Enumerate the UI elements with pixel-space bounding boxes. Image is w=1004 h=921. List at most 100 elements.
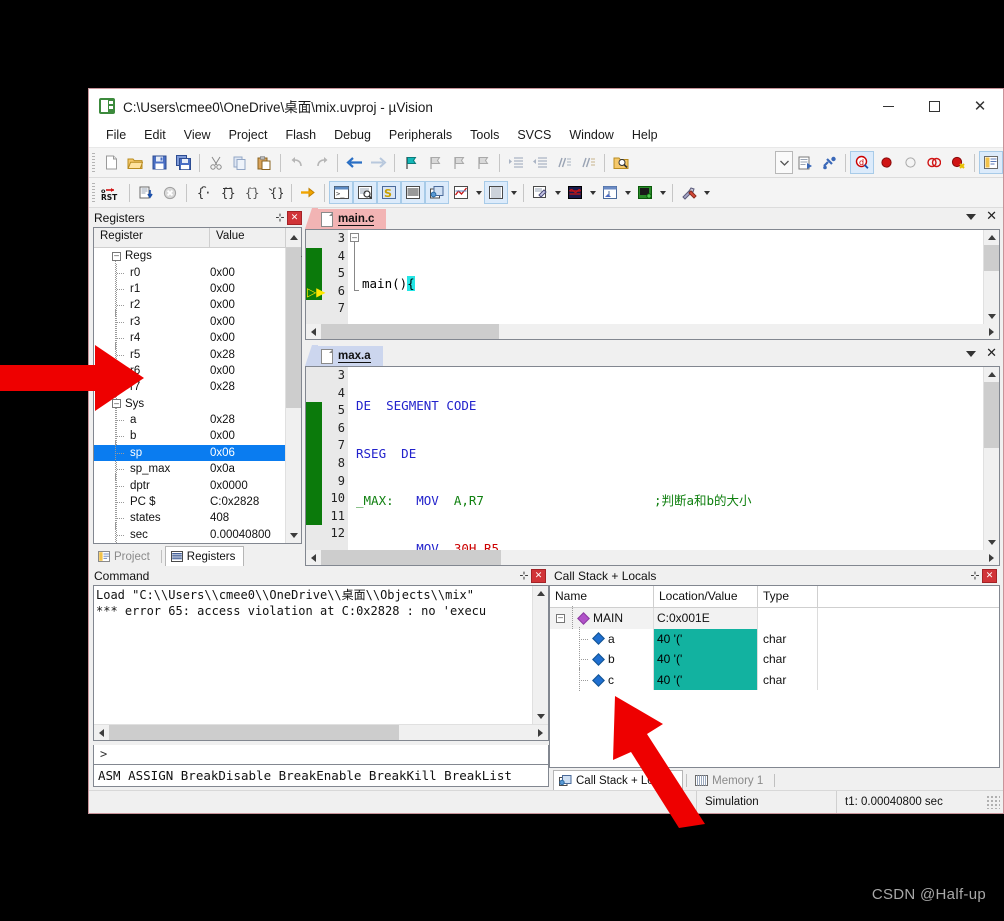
undo-icon[interactable] (285, 151, 309, 174)
project-window-icon[interactable] (979, 151, 1003, 174)
menu-edit[interactable]: Edit (135, 126, 175, 144)
combo-dropdown-icon[interactable] (775, 151, 793, 174)
register-row[interactable]: r7 0x28 (94, 375, 285, 400)
collapse-icon[interactable]: – (112, 251, 121, 261)
menu-file[interactable]: File (97, 126, 135, 144)
close-icon[interactable]: ✕ (287, 210, 302, 225)
call-stack-window-icon[interactable] (425, 181, 449, 204)
new-file-icon[interactable] (99, 151, 123, 174)
register-row[interactable]: sec 0.00040800 (94, 522, 285, 543)
main-c-code[interactable]: – main(){ char a=30, b=40, c; //假设a=30,b… (348, 230, 983, 324)
insert-breakpoint-icon[interactable] (874, 151, 898, 174)
local-value[interactable]: 40 '(' (654, 649, 758, 670)
menu-flash[interactable]: Flash (276, 126, 325, 144)
menu-debug[interactable]: Debug (325, 126, 380, 144)
main-c-vertical-scrollbar[interactable] (983, 230, 999, 324)
run-to-cursor-icon[interactable]: {} (263, 181, 287, 204)
scroll-up-button[interactable] (984, 367, 999, 382)
minimize-button[interactable] (865, 89, 911, 123)
command-horizontal-scrollbar[interactable] (94, 724, 548, 740)
column-header-type[interactable]: Type (758, 586, 818, 607)
tab-max-a[interactable]: max.a (317, 346, 383, 366)
main-c-horizontal-scrollbar[interactable] (306, 324, 999, 339)
scrollbar-thumb[interactable] (321, 550, 501, 565)
maximize-button[interactable] (911, 89, 957, 123)
scrollbar-track[interactable] (984, 382, 999, 535)
pin-icon[interactable]: ⊹ (273, 210, 287, 225)
menu-tools[interactable]: Tools (461, 126, 508, 144)
command-hints[interactable]: ASM ASSIGN BreakDisable BreakEnable Brea… (93, 765, 549, 787)
scroll-down-button[interactable] (984, 309, 999, 324)
step-icon[interactable]: {·} (191, 181, 215, 204)
scroll-down-button[interactable] (984, 535, 999, 550)
tab-main-c[interactable]: main.c (317, 209, 387, 229)
command-window-icon[interactable]: >_ (329, 181, 353, 204)
menu-peripherals[interactable]: Peripherals (380, 126, 461, 144)
register-row[interactable]: r4 0x00 (94, 326, 285, 351)
show-next-statement-icon[interactable] (296, 181, 320, 204)
disassembly-window-icon[interactable] (353, 181, 377, 204)
max-a-breakpoint-margin[interactable] (306, 367, 322, 550)
close-button[interactable]: ✕ (957, 89, 1003, 123)
bookmark-toggle-icon[interactable] (399, 151, 423, 174)
tree-group-regs[interactable]: – Regs (94, 248, 285, 264)
outdent-icon[interactable] (528, 151, 552, 174)
step-over-icon[interactable]: {} (215, 181, 239, 204)
register-row[interactable]: PC $ C:0x2828 (94, 490, 285, 515)
register-row[interactable]: r6 0x00 (94, 358, 285, 383)
scrollbar-track[interactable] (533, 601, 548, 709)
fold-collapse-icon[interactable]: – (350, 233, 359, 242)
scroll-left-button[interactable] (94, 725, 109, 740)
stop-icon[interactable] (158, 181, 182, 204)
navigate-back-icon[interactable] (342, 151, 366, 174)
collapse-icon[interactable]: – (112, 399, 121, 409)
paste-icon[interactable] (252, 151, 276, 174)
column-header-value[interactable]: Value (210, 228, 286, 247)
scroll-right-button[interactable] (984, 550, 999, 565)
scrollbar-thumb[interactable] (109, 725, 399, 740)
run-icon[interactable] (134, 181, 158, 204)
max-a-horizontal-scrollbar[interactable] (306, 550, 999, 565)
menu-view[interactable]: View (175, 126, 220, 144)
scroll-up-button[interactable] (984, 230, 999, 245)
bookmark-next-icon[interactable] (447, 151, 471, 174)
menu-project[interactable]: Project (220, 126, 277, 144)
system-viewer-dropdown-arrow-icon[interactable] (657, 181, 668, 204)
menu-window[interactable]: Window (560, 126, 622, 144)
memory-dropdown-arrow-icon[interactable] (508, 181, 519, 204)
system-viewer-icon[interactable] (633, 181, 657, 204)
copy-icon[interactable] (228, 151, 252, 174)
register-row[interactable]: b 0x00 (94, 424, 285, 449)
scrollbar-thumb[interactable] (286, 248, 301, 408)
target-options-icon[interactable] (793, 151, 817, 174)
scrollbar-thumb[interactable] (984, 382, 999, 448)
uncomment-icon[interactable] (576, 151, 600, 174)
scrollbar-track[interactable] (321, 324, 984, 339)
analysis-dropdown-arrow-icon[interactable] (587, 181, 598, 204)
comment-icon[interactable] (552, 151, 576, 174)
registers-window-icon[interactable] (401, 181, 425, 204)
scroll-right-button[interactable] (984, 324, 999, 339)
register-row[interactable]: r1 0x00 (94, 276, 285, 301)
cut-icon[interactable] (204, 151, 228, 174)
kill-all-breakpoints-icon[interactable] (922, 151, 946, 174)
pin-icon[interactable]: ⊹ (517, 568, 531, 583)
register-row[interactable]: r5 0x28 (94, 342, 285, 367)
column-header-name[interactable]: Name (550, 586, 654, 607)
find-in-files-icon[interactable] (609, 151, 633, 174)
scroll-up-button[interactable] (533, 586, 548, 601)
scrollbar-track[interactable] (321, 550, 984, 565)
navigate-forward-icon[interactable] (366, 151, 390, 174)
resize-grip-icon[interactable] (986, 795, 1000, 809)
scrollbar-thumb[interactable] (321, 324, 499, 339)
save-icon[interactable] (147, 151, 171, 174)
tab-project[interactable]: Project (93, 547, 158, 566)
tree-group-sys[interactable]: – Sys (94, 396, 285, 412)
memory-window-icon[interactable] (484, 181, 508, 204)
trace-dropdown-arrow-icon[interactable] (622, 181, 633, 204)
close-icon[interactable]: ✕ (986, 210, 997, 223)
call-stack-rows[interactable]: – MAIN C:0x001E a 40 '(' char b 40 '(' c… (550, 606, 999, 767)
redo-icon[interactable] (309, 151, 333, 174)
toolbar-grip[interactable] (92, 153, 95, 172)
batch-build-icon[interactable] (817, 151, 841, 174)
